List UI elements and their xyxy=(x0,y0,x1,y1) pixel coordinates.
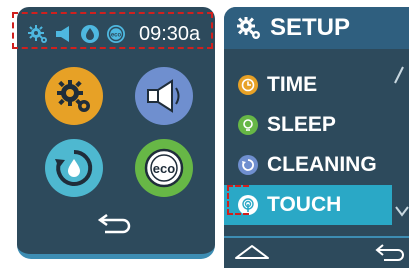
eco-icon: eco xyxy=(144,148,184,188)
water-drop-icon xyxy=(79,23,101,45)
sleep-icon xyxy=(238,115,258,135)
speaker-icon xyxy=(147,79,180,113)
scroll-indicator-icon xyxy=(394,66,404,84)
menu-item-label: TOUCH xyxy=(267,193,342,216)
gear-icon xyxy=(27,23,49,45)
svg-text:eco: eco xyxy=(153,161,175,176)
page-title: SETUP xyxy=(270,14,351,41)
main-screen: eco 09:30a eco xyxy=(17,7,215,259)
menu-item-cleaning[interactable]: CLEANING xyxy=(224,147,409,183)
eco-icon: eco xyxy=(105,23,127,45)
home-icon xyxy=(235,245,269,259)
cleaning-icon xyxy=(238,155,258,175)
gear-icon xyxy=(57,80,90,112)
speaker-icon xyxy=(53,23,75,45)
cleaning-button[interactable] xyxy=(45,139,103,197)
menu-item-label: CLEANING xyxy=(267,153,377,176)
menu-item-label: SLEEP xyxy=(267,113,336,136)
bottom-nav xyxy=(224,236,409,268)
menu-item-touch[interactable]: TOUCH xyxy=(224,185,392,225)
setup-header: SETUP xyxy=(224,7,409,49)
back-button[interactable] xyxy=(374,242,408,264)
back-arrow-icon xyxy=(375,244,404,261)
back-button[interactable] xyxy=(97,211,133,235)
menu-item-time[interactable]: TIME xyxy=(224,66,409,103)
gear-icon xyxy=(237,17,260,39)
clock-time: 09:30a xyxy=(139,22,201,45)
sound-button[interactable] xyxy=(135,67,193,125)
menu-item-sleep[interactable]: SLEEP xyxy=(224,107,409,143)
setup-screen: SETUP TIME SLEEP CLEANING TOUCH xyxy=(224,7,409,268)
settings-button[interactable] xyxy=(45,67,103,125)
clock-icon xyxy=(238,75,258,95)
status-bar: eco 09:30a xyxy=(24,16,210,52)
touch-icon xyxy=(238,195,258,215)
menu-item-label: TIME xyxy=(267,73,318,96)
eco-button[interactable]: eco xyxy=(135,139,193,197)
svg-text:eco: eco xyxy=(111,33,122,39)
water-cycle-icon xyxy=(55,149,93,186)
back-arrow-icon xyxy=(97,213,131,234)
home-button[interactable] xyxy=(234,242,270,264)
chevron-down-icon xyxy=(395,206,409,217)
